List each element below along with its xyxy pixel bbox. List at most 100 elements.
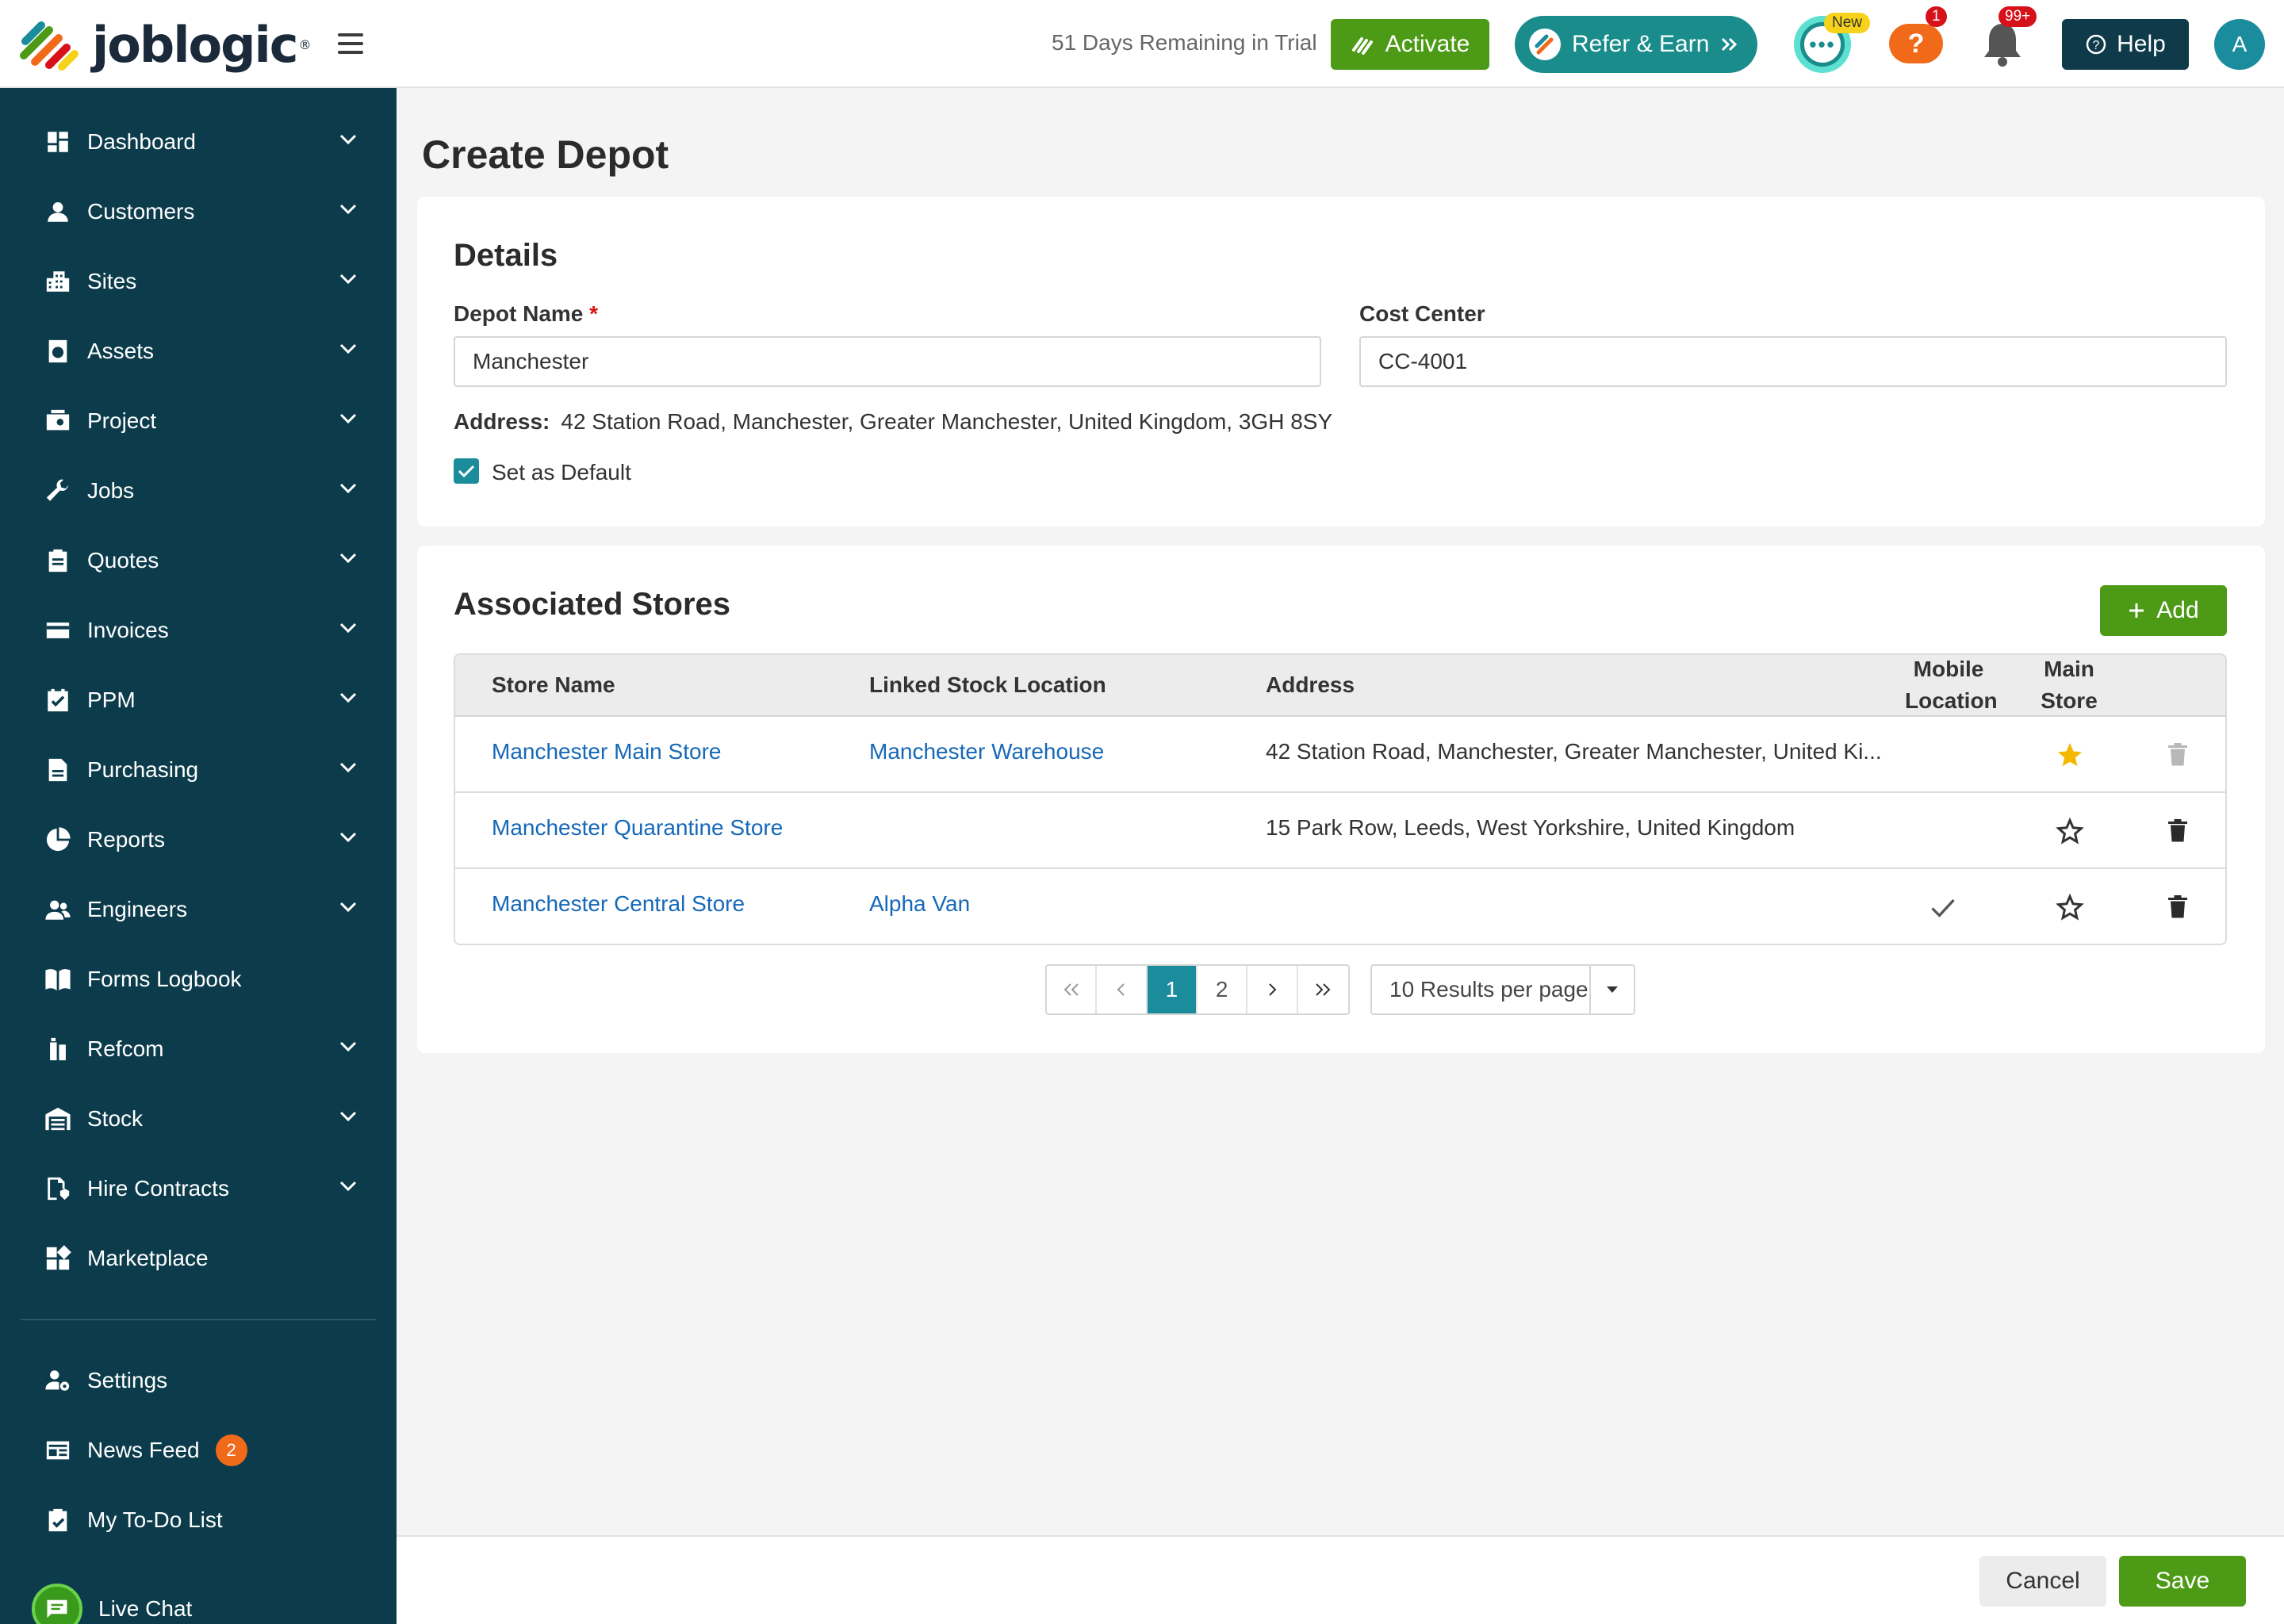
cancel-button[interactable]: Cancel [1979,1556,2106,1607]
dashboard-icon [44,128,71,155]
sidebar-item-news-feed[interactable]: News Feed 2 [0,1415,397,1485]
activate-button[interactable]: Activate [1331,19,1489,70]
news-count-badge: 2 [215,1434,247,1466]
sidebar-item-invoices[interactable]: Invoices [0,596,397,665]
chevron-down-icon [339,483,357,494]
sidebar-item-hire-contracts[interactable]: Hire Contracts [0,1154,397,1224]
sidebar-item-label: Stock [87,1106,144,1131]
linked-location-link[interactable]: Manchester Warehouse [869,739,1104,764]
sidebar-item-todo[interactable]: My To-Do List [0,1485,397,1555]
sidebar-item-purchasing[interactable]: Purchasing [0,735,397,805]
sidebar-item-label: Marketplace [87,1246,209,1270]
sidebar-item-jobs[interactable]: Jobs [0,456,397,526]
results-per-page-select[interactable]: 10 Results per page [1370,964,1635,1015]
joblogic-logo[interactable]: joblogic ® [17,17,311,73]
sidebar-item-settings[interactable]: Settings [0,1346,397,1415]
chevron-down-icon [339,204,357,215]
sidebar-item-project[interactable]: Project [0,386,397,456]
chevron-down-icon [339,1041,357,1052]
table-header: Store Name Linked Stock Location Address… [455,655,2225,717]
sidebar-item-label: Purchasing [87,757,199,782]
sidebar-item-stock[interactable]: Stock [0,1084,397,1154]
save-button[interactable]: Save [2119,1556,2246,1607]
calendar-check-icon [44,687,71,714]
bell-icon[interactable] [1981,21,2024,68]
user-settings-icon [44,1367,71,1394]
store-name-link[interactable]: Manchester Central Store [492,891,745,917]
store-address: 42 Station Road, Manchester, Greater Man… [1266,739,1882,764]
sidebar-item-label: News Feed [87,1438,200,1462]
live-chat-icon [32,1584,82,1624]
cost-center-input[interactable]: CC-4001 [1359,336,2227,387]
chevron-left-icon [1117,983,1125,996]
col-mobile-location[interactable]: Mobile Location [1905,655,1998,717]
sidebar-item-dashboard[interactable]: Dashboard [0,107,397,177]
prev-page-button[interactable] [1097,966,1148,1013]
store-name-link[interactable]: Manchester Quarantine Store [492,815,783,841]
pie-chart-icon [44,826,71,853]
sidebar-item-label: Forms Logbook [87,967,242,991]
sidebar-item-forms-logbook[interactable]: Forms Logbook [0,944,397,1014]
refer-logo-icon [1529,29,1561,60]
refer-label: Refer & Earn [1572,31,1710,57]
double-chevron-right-icon [1722,37,1738,52]
refer-earn-button[interactable]: Refer & Earn [1515,16,1757,73]
logo-mark-icon [17,17,81,73]
sidebar-item-engineers[interactable]: Engineers [0,875,397,944]
set-default-label: Set as Default [492,460,631,485]
chevron-down-icon [339,902,357,913]
sidebar-item-label: Live Chat [98,1596,193,1621]
star-outline-icon[interactable] [2056,817,2084,845]
page-1-button[interactable]: 1 [1147,966,1198,1013]
trash-icon[interactable] [2163,893,2192,921]
notification-count-badge: 99+ [1998,6,2037,27]
set-default-checkbox[interactable] [454,458,479,484]
trash-icon[interactable] [2163,817,2192,845]
sidebar-item-label: Refcom [87,1036,164,1061]
col-store-name[interactable]: Store Name [492,669,615,701]
chevron-down-icon [339,622,357,634]
cost-center-label: Cost Center [1359,301,1485,326]
first-page-button[interactable] [1047,966,1098,1013]
menu-icon[interactable] [338,33,363,54]
col-main-store[interactable]: Main Store [2033,655,2105,717]
linked-location-link[interactable]: Alpha Van [869,891,970,917]
last-page-button[interactable] [1298,966,1348,1013]
sidebar-item-marketplace[interactable]: Marketplace [0,1224,397,1293]
chevron-down-icon [339,762,357,773]
star-filled-icon[interactable] [2056,741,2084,769]
store-name-link[interactable]: Manchester Main Store [492,739,721,764]
sidebar-item-sites[interactable]: Sites [0,247,397,316]
newspaper-icon [44,1437,71,1464]
depot-name-input[interactable]: Manchester [454,336,1321,387]
sidebar-item-ppm[interactable]: PPM [0,665,397,735]
sidebar-item-label: Assets [87,339,155,363]
sidebar-item-quotes[interactable]: Quotes [0,526,397,596]
next-page-button[interactable] [1247,966,1298,1013]
double-chevron-left-icon [1063,983,1079,996]
help-button[interactable]: ? Help [2062,19,2189,70]
sidebar-item-reports[interactable]: Reports [0,805,397,875]
chevron-down-icon [339,692,357,703]
pagination: 1 2 [1045,964,1350,1015]
sidebar-item-label: Settings [87,1368,168,1392]
trial-remaining-text: 51 Days Remaining in Trial [1052,30,1317,55]
sidebar-item-refcom[interactable]: Refcom [0,1014,397,1084]
star-outline-icon[interactable] [2056,893,2084,921]
chevron-down-icon [339,134,357,145]
sidebar-item-customers[interactable]: Customers [0,177,397,247]
chevron-down-icon [339,413,357,424]
table-row: Manchester Central Store Alpha Van [455,869,2225,944]
page-2-button[interactable]: 2 [1198,966,1248,1013]
sidebar-item-live-chat[interactable]: Live Chat [0,1574,397,1624]
asset-icon [44,338,71,365]
sidebar-item-assets[interactable]: Assets [0,316,397,386]
col-address[interactable]: Address [1266,669,1355,701]
help-cloud-icon[interactable]: ? [1889,24,1943,63]
results-per-page-value: 10 Results per page [1372,966,1591,1013]
add-store-button[interactable]: Add [2100,585,2227,636]
user-avatar[interactable]: A [2214,19,2265,70]
chevron-down-icon [339,343,357,354]
trash-icon[interactable] [2163,741,2192,769]
col-linked-stock-location[interactable]: Linked Stock Location [869,669,1106,701]
